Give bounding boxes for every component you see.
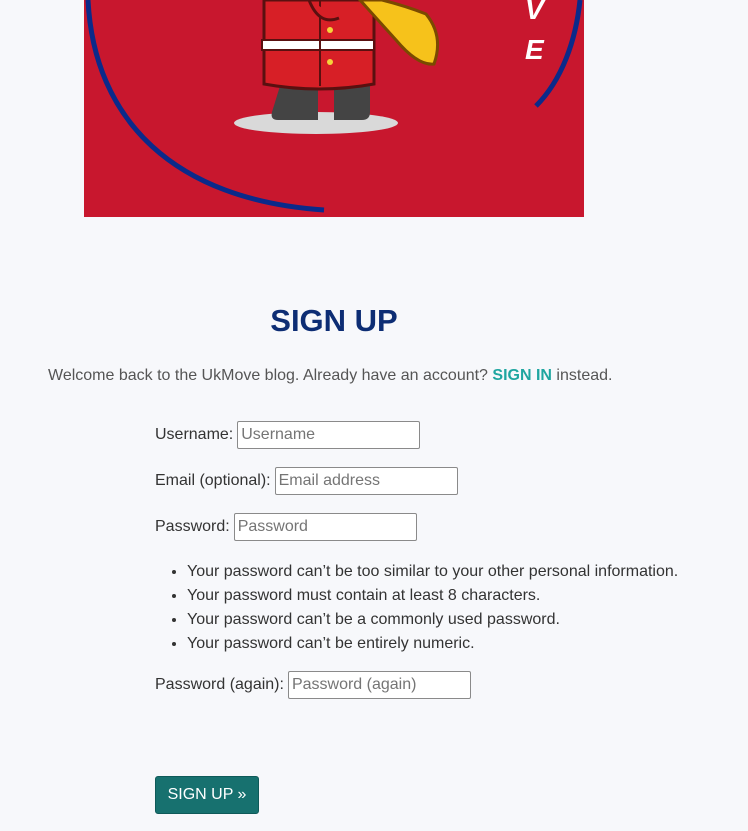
password-again-label: Password (again): — [155, 676, 284, 693]
list-item: Your password can’t be entirely numeric. — [187, 632, 678, 656]
header-banner-image: V E — [84, 0, 584, 217]
sign-up-button[interactable]: SIGN UP » — [155, 776, 259, 814]
list-item: Your password can’t be too similar to yo… — [187, 560, 678, 584]
intro-text: Welcome back to the UkMove blog. Already… — [48, 367, 612, 385]
email-row: Email (optional): — [155, 467, 458, 495]
list-item: Your password must contain at least 8 ch… — [187, 584, 678, 608]
banner-letter-v: V — [525, 0, 544, 25]
banner-letter-e: E — [525, 34, 544, 65]
password-label: Password: — [155, 518, 230, 535]
intro-message: Welcome back to the UkMove blog. Already… — [48, 367, 488, 384]
mascot-illustration — [85, 0, 583, 213]
username-label: Username: — [155, 426, 234, 443]
sign-in-link[interactable]: SIGN IN — [492, 367, 552, 384]
email-label: Email (optional): — [155, 472, 271, 489]
page-title: SIGN UP — [270, 303, 398, 338]
intro-suffix: instead. — [556, 367, 613, 384]
password-help-list: Your password can’t be too similar to yo… — [169, 560, 678, 656]
password-again-row: Password (again): — [155, 671, 471, 699]
password-input[interactable] — [233, 513, 417, 541]
password-row: Password: — [155, 513, 417, 541]
password-again-input[interactable] — [287, 671, 471, 699]
username-input[interactable] — [237, 421, 421, 449]
list-item: Your password can’t be a commonly used p… — [187, 608, 678, 632]
email-input[interactable] — [274, 467, 458, 495]
username-row: Username: — [155, 421, 421, 449]
